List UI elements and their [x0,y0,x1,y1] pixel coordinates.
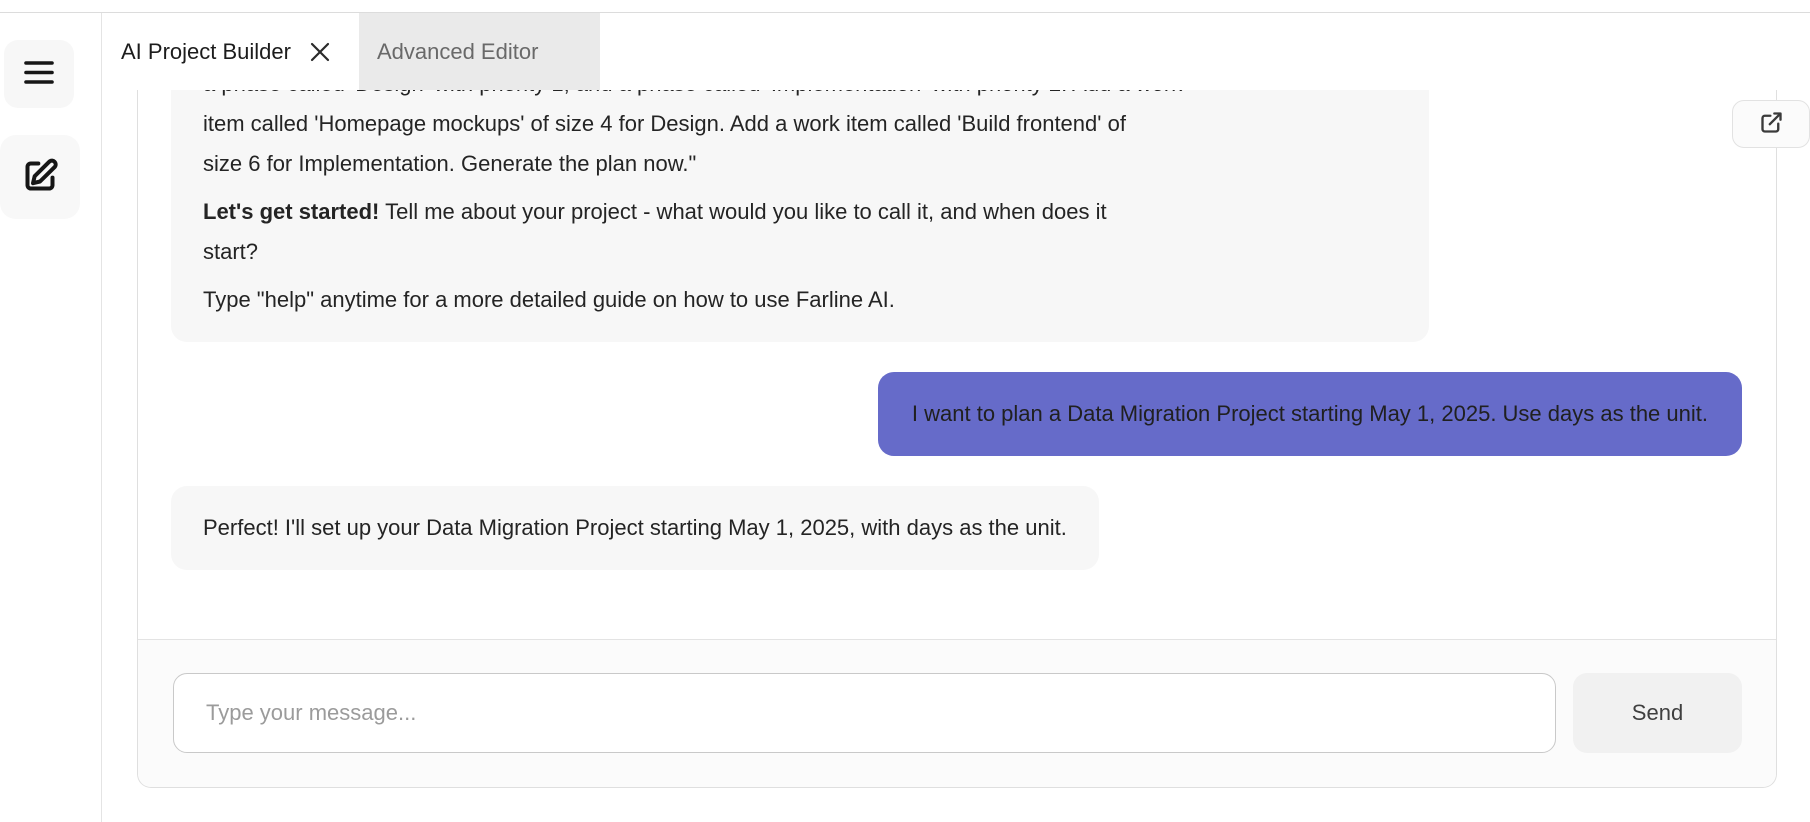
menu-button[interactable] [4,40,74,108]
top-border-strip [0,0,1810,13]
message-line: start? [203,232,1397,272]
message-line-clipped: a phase called 'Design' with priority 1,… [203,90,1397,104]
message-line: item called 'Homepage mockups' of size 4… [203,104,1397,144]
compose-button[interactable] [0,135,80,219]
send-button[interactable]: Send [1573,673,1742,753]
user-message: I want to plan a Data Migration Project … [878,372,1742,456]
message-line: Type "help" anytime for a more detailed … [203,280,1397,320]
bold-text: Let's get started! [203,199,379,224]
message-line: Let's get started! Tell me about your pr… [203,192,1397,232]
chat-input-bar: Send [138,639,1776,787]
message-input[interactable] [173,673,1556,753]
tab-close-icon[interactable] [307,39,333,65]
assistant-confirmation-message: Perfect! I'll set up your Data Migration… [171,486,1099,570]
hamburger-icon [23,59,55,89]
assistant-welcome-message: a phase called 'Design' with priority 1,… [171,90,1429,342]
user-message-row: I want to plan a Data Migration Project … [171,372,1742,486]
message-text: Tell me about your project - what would … [379,199,1106,224]
tab-ai-project-builder[interactable]: AI Project Builder [102,13,359,90]
chat-panel: a phase called 'Design' with priority 1,… [137,90,1777,788]
app-window: AI Project Builder Advanced Editor a pha… [0,0,1810,822]
tab-bar: AI Project Builder Advanced Editor [102,13,600,90]
sidebar [0,13,102,822]
tab-label: Advanced Editor [377,39,538,65]
tab-advanced-editor[interactable]: Advanced Editor [359,13,600,90]
open-external-button[interactable] [1732,100,1810,148]
chat-messages[interactable]: a phase called 'Design' with priority 1,… [138,90,1776,639]
tab-label: AI Project Builder [121,39,291,65]
external-link-icon [1758,109,1785,139]
compose-edit-icon [20,156,60,199]
message-line: size 6 for Implementation. Generate the … [203,144,1397,184]
